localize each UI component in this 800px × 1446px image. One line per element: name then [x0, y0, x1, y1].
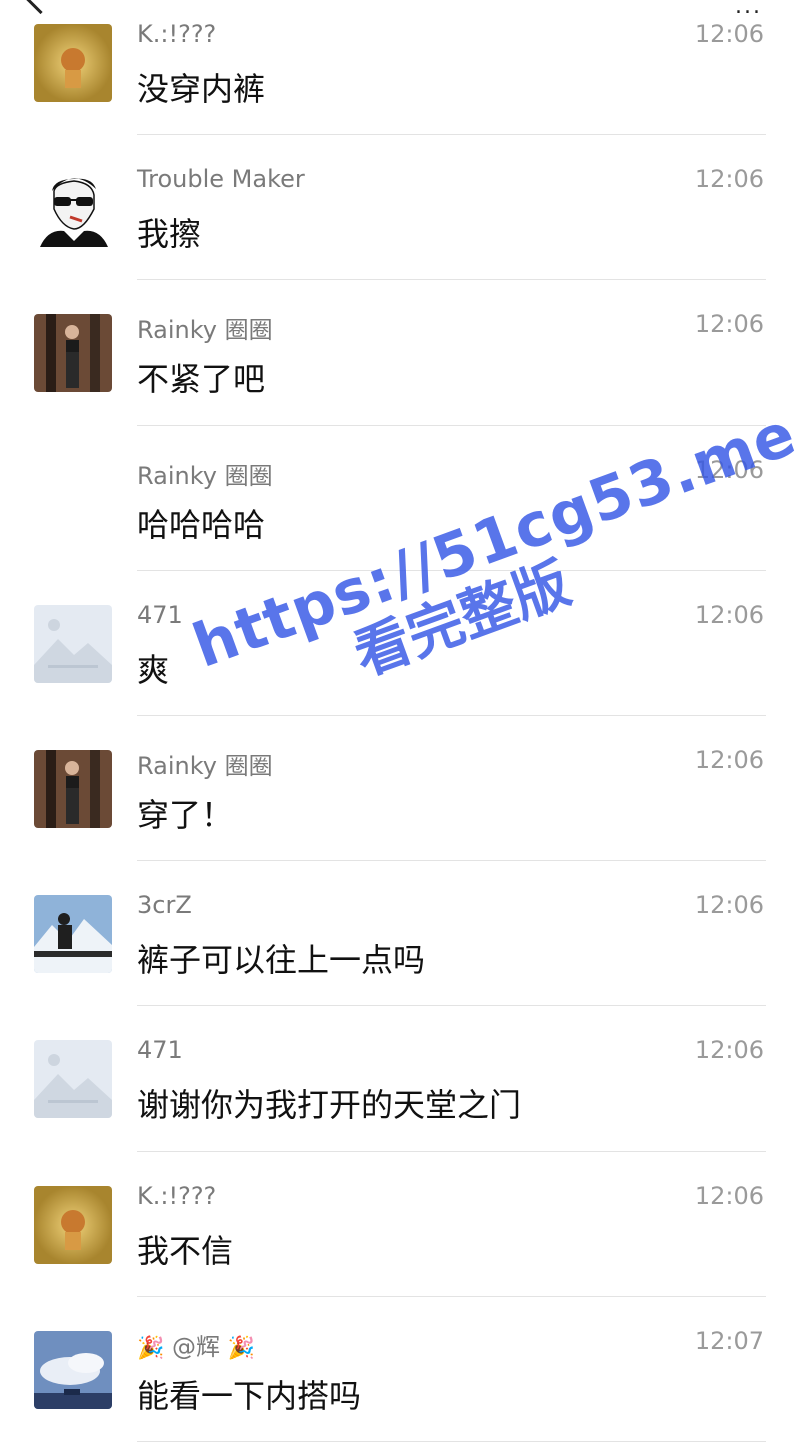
- sender-name: Rainky 圈圈: [137, 751, 273, 780]
- message-row: K.:!??? 12:06 没穿内裤: [0, 0, 800, 136]
- golden-artwork-avatar[interactable]: [34, 24, 112, 102]
- message-text: 穿了！: [137, 795, 234, 834]
- party-popper-icon: 🎉: [137, 1335, 165, 1361]
- message-row: 3crZ 12:06 裤子可以往上一点吗: [0, 861, 800, 1007]
- mirror-selfie-avatar[interactable]: [34, 749, 112, 828]
- message-text: 我不信: [137, 1231, 234, 1270]
- message-row: Rainky 圈圈 12:06 哈哈哈哈: [0, 426, 800, 571]
- sender-name: 3crZ: [137, 891, 192, 920]
- message-time: 12:06: [694, 1181, 764, 1210]
- divider: [137, 1440, 766, 1442]
- message-row: 🎉 @辉 🎉 12:07 能看一下内搭吗: [0, 1297, 800, 1442]
- message-row: 471 12:06 爽: [0, 571, 800, 716]
- party-popper-icon: 🎉: [227, 1335, 256, 1361]
- message-text: 没穿内裤: [137, 70, 266, 108]
- placeholder-image-avatar[interactable]: [34, 1040, 112, 1119]
- message-time: 12:06: [694, 745, 764, 774]
- message-time: 12:06: [694, 891, 764, 920]
- message-list: K.:!??? 12:06 没穿内裤 Trouble Maker 12:06 我…: [0, 0, 800, 1442]
- sender-name: Rainky 圈圈: [137, 461, 273, 490]
- placeholder-image-avatar[interactable]: [34, 604, 112, 683]
- sender-name: 471: [137, 1036, 183, 1065]
- message-text: 谢谢你为我打开的天堂之门: [137, 1086, 522, 1125]
- message-text: 我擦: [137, 215, 202, 254]
- message-time: 12:06: [694, 455, 764, 484]
- sunglasses-cartoon-avatar[interactable]: [34, 169, 112, 248]
- message-row: Rainky 圈圈 12:06 不紧了吧: [0, 280, 800, 426]
- message-text: 不紧了吧: [137, 360, 266, 399]
- message-time: 12:06: [694, 1036, 764, 1065]
- message-time: 12:06: [694, 165, 764, 194]
- message-time: 12:06: [694, 310, 764, 339]
- message-text: 爽: [137, 650, 170, 689]
- message-time: 12:06: [694, 600, 764, 629]
- message-row: Trouble Maker 12:06 我擦: [0, 135, 800, 281]
- sender-name: K.:!???: [137, 1181, 217, 1210]
- sender-name: K.:!???: [137, 20, 217, 48]
- message-time: 12:06: [694, 20, 764, 48]
- golden-artwork-avatar[interactable]: [34, 1185, 112, 1264]
- message-row: 471 12:06 谢谢你为我打开的天堂之门: [0, 1006, 800, 1152]
- snow-mountain-person-avatar[interactable]: [34, 895, 112, 974]
- sender-name: Trouble Maker: [137, 165, 305, 194]
- sender-name: 471: [137, 600, 183, 629]
- sender-name: 🎉 @辉 🎉: [137, 1332, 256, 1361]
- message-text: 哈哈哈哈: [137, 505, 266, 544]
- message-time: 12:07: [694, 1326, 764, 1355]
- message-row: K.:!??? 12:06 我不信: [0, 1152, 800, 1297]
- cloudy-sky-avatar[interactable]: [34, 1330, 112, 1409]
- message-text: 裤子可以往上一点吗: [137, 941, 426, 980]
- sender-name: Rainky 圈圈: [137, 316, 273, 345]
- message-row: Rainky 圈圈 12:06 穿了！: [0, 716, 800, 862]
- message-text: 能看一下内搭吗: [137, 1376, 362, 1415]
- mirror-selfie-avatar[interactable]: [34, 314, 112, 393]
